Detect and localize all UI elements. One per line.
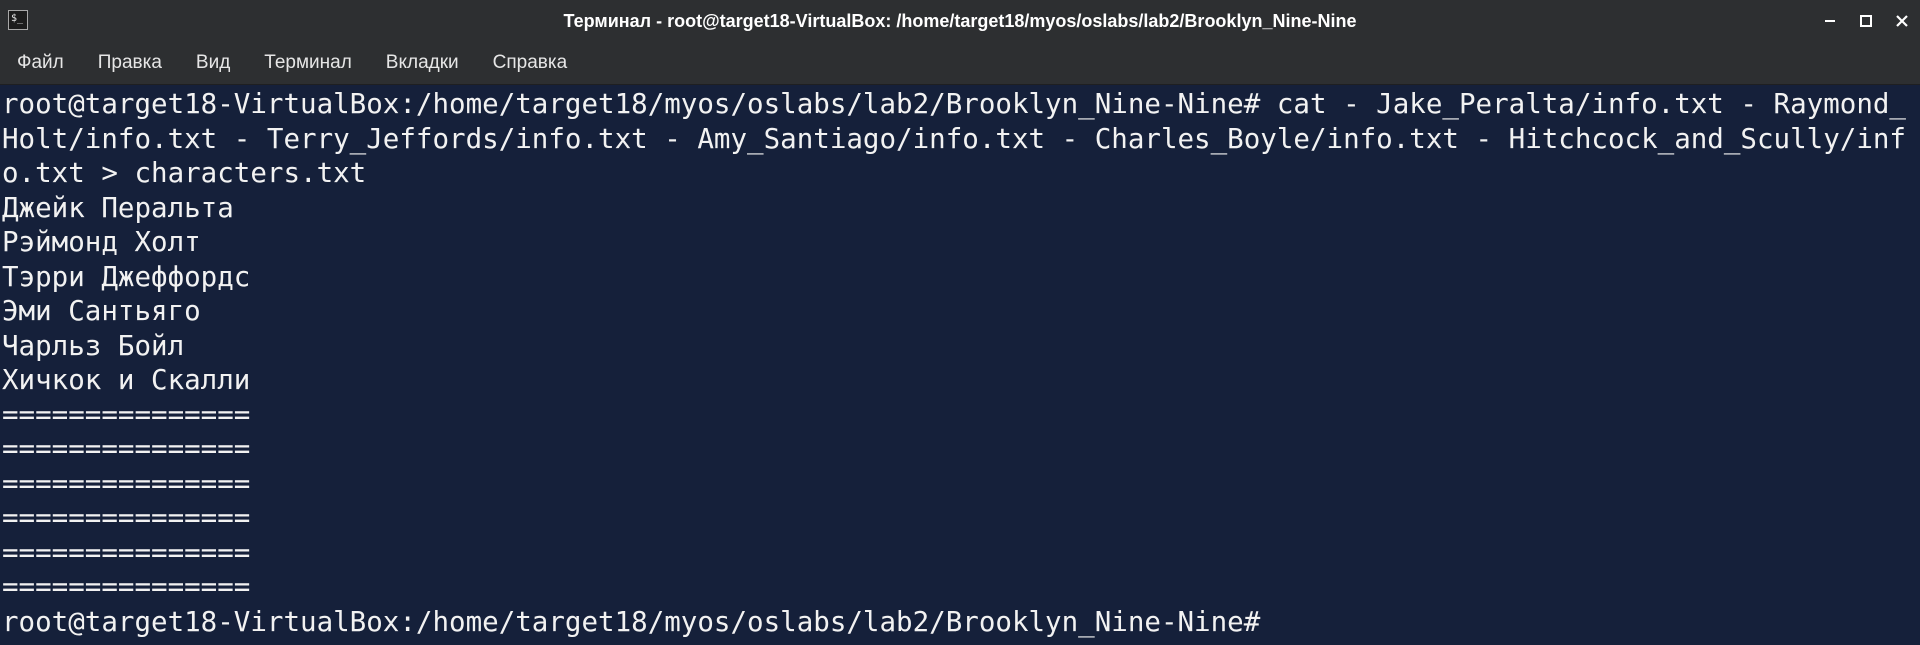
terminal-window: Терминал - root@target18-VirtualBox: /ho…: [0, 0, 1920, 645]
menu-terminal[interactable]: Терминал: [264, 52, 352, 74]
separator-line: ===============: [2, 502, 251, 534]
menu-file[interactable]: Файл: [17, 52, 64, 74]
terminal-icon[interactable]: $_: [8, 10, 28, 30]
separator-line: ===============: [2, 571, 251, 603]
command-line-wrap: o.txt > characters.txt: [2, 157, 367, 189]
menu-help[interactable]: Справка: [493, 52, 568, 74]
separator-line: ===============: [2, 536, 251, 569]
output-line: Чарльз Бойл: [2, 329, 185, 362]
menu-edit[interactable]: Правка: [98, 52, 162, 74]
window-controls: [1812, 0, 1920, 42]
command-line: root@target18-VirtualBox:/home/target18/…: [2, 88, 1906, 120]
menu-view[interactable]: Вид: [196, 52, 230, 74]
output-line: Хичкок и Скалли: [2, 364, 251, 396]
separator-line: ===============: [2, 433, 251, 465]
prompt-line[interactable]: root@target18-VirtualBox:/home/target18/…: [2, 605, 1920, 640]
separator-line: ===============: [2, 467, 251, 500]
output-line: Эми Сантьяго: [2, 295, 201, 327]
menu-tabs[interactable]: Вкладки: [386, 52, 459, 74]
close-icon[interactable]: [1884, 3, 1920, 39]
output-line: Рэймонд Холт: [2, 226, 201, 258]
separator-line: ===============: [2, 398, 251, 431]
title-bar[interactable]: Терминал - root@target18-VirtualBox: /ho…: [0, 0, 1920, 42]
terminal-output[interactable]: root@target18-VirtualBox:/home/target18/…: [0, 87, 1920, 645]
output-line: Тэрри Джеффордс: [2, 260, 251, 293]
menu-bar: Файл Правка Вид Терминал Вкладки Справка: [0, 42, 1920, 85]
window-title: Терминал - root@target18-VirtualBox: /ho…: [563, 11, 1357, 31]
minimize-icon[interactable]: [1812, 3, 1848, 39]
maximize-icon[interactable]: [1848, 3, 1884, 39]
output-line: Джейк Перальта: [2, 191, 234, 224]
command-line-wrap: Holt/info.txt - Terry_Jeffords/info.txt …: [2, 122, 1906, 155]
